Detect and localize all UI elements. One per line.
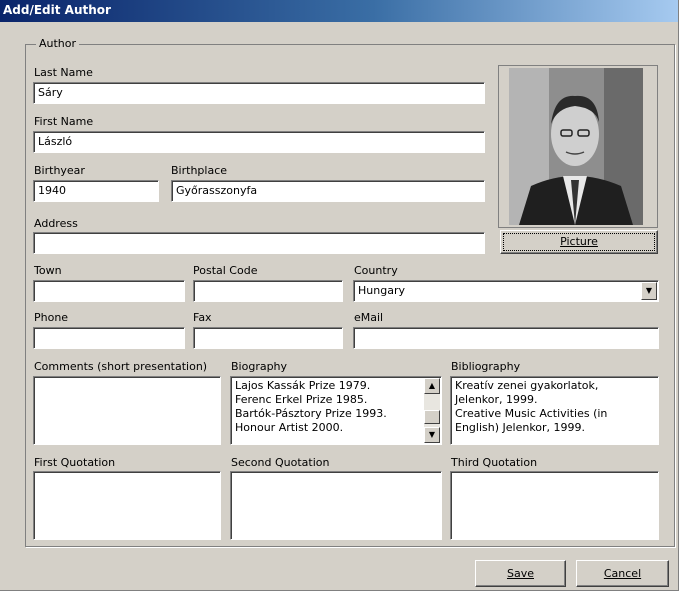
country-value: Hungary [358,284,405,297]
author-group-legend: Author [36,37,80,50]
first-name-label: First Name [34,115,94,128]
title-bar[interactable]: Add/Edit Author [0,0,678,22]
biography-line: Ferenc Erkel Prize 1985. [235,393,368,406]
birthyear-field[interactable]: 1940 [33,180,159,202]
town-field[interactable] [33,280,185,302]
fax-field[interactable] [193,327,343,349]
country-label: Country [354,264,398,277]
second-quotation-textarea[interactable] [230,471,442,540]
chevron-down-icon[interactable]: ▼ [641,282,657,300]
cancel-button[interactable]: Cancel [576,560,669,587]
biography-label: Biography [231,360,288,373]
last-name-field[interactable]: Sáry [33,82,485,104]
address-field[interactable] [33,232,485,254]
postal-code-field[interactable] [193,280,343,302]
birthyear-label: Birthyear [34,164,85,177]
last-name-label: Last Name [34,66,93,79]
fax-label: Fax [193,311,212,324]
town-label: Town [34,264,62,277]
bibliography-line: Jelenkor, 1999. [455,393,538,406]
birthplace-label: Birthplace [171,164,228,177]
arrow-down-icon[interactable]: ▼ [424,427,440,443]
second-quotation-label: Second Quotation [231,456,330,469]
cancel-button-label: Cancel [603,567,642,580]
biography-textarea[interactable]: Lajos Kassák Prize 1979. Ferenc Erkel Pr… [230,376,442,445]
picture-button[interactable]: Picture [500,230,658,254]
arrow-up-icon[interactable]: ▲ [424,378,440,394]
bibliography-textarea[interactable]: Kreatív zenei gyakorlatok, Jelenkor, 199… [450,376,659,445]
biography-scrollbar[interactable]: ▲ ▼ [424,378,440,443]
first-name-field[interactable]: László [33,131,485,153]
biography-line: Lajos Kassák Prize 1979. [235,379,371,392]
bibliography-line: Creative Music Activities (in [455,407,608,420]
phone-label: Phone [34,311,69,324]
address-label: Address [34,217,78,230]
bibliography-line: English) Jelenkor, 1999. [455,421,586,434]
biography-line: Honour Artist 2000. [235,421,344,434]
country-select[interactable]: Hungary ▼ [353,280,659,302]
birthplace-field[interactable]: Győrasszonyfa [171,180,485,202]
save-button[interactable]: Save [475,560,566,587]
comments-textarea[interactable] [33,376,221,445]
biography-line: Bartók-Pásztory Prize 1993. [235,407,387,420]
third-quotation-label: Third Quotation [451,456,538,469]
scroll-thumb[interactable] [424,410,440,424]
first-quotation-label: First Quotation [34,456,116,469]
comments-label: Comments (short presentation) [34,360,208,373]
author-photo-frame [498,65,658,228]
picture-button-label: Picture [560,235,598,248]
phone-field[interactable] [33,327,185,349]
author-photo [509,68,643,225]
window-title: Add/Edit Author [3,3,111,17]
email-label: eMail [354,311,384,324]
add-edit-author-dialog: Add/Edit Author Author Last Name Sáry Fi… [0,0,679,591]
third-quotation-textarea[interactable] [450,471,659,540]
save-button-label: Save [506,567,534,580]
bibliography-label: Bibliography [451,360,521,373]
bibliography-line: Kreatív zenei gyakorlatok, [455,379,599,392]
first-quotation-textarea[interactable] [33,471,221,540]
email-field[interactable] [353,327,659,349]
postal-code-label: Postal Code [193,264,258,277]
